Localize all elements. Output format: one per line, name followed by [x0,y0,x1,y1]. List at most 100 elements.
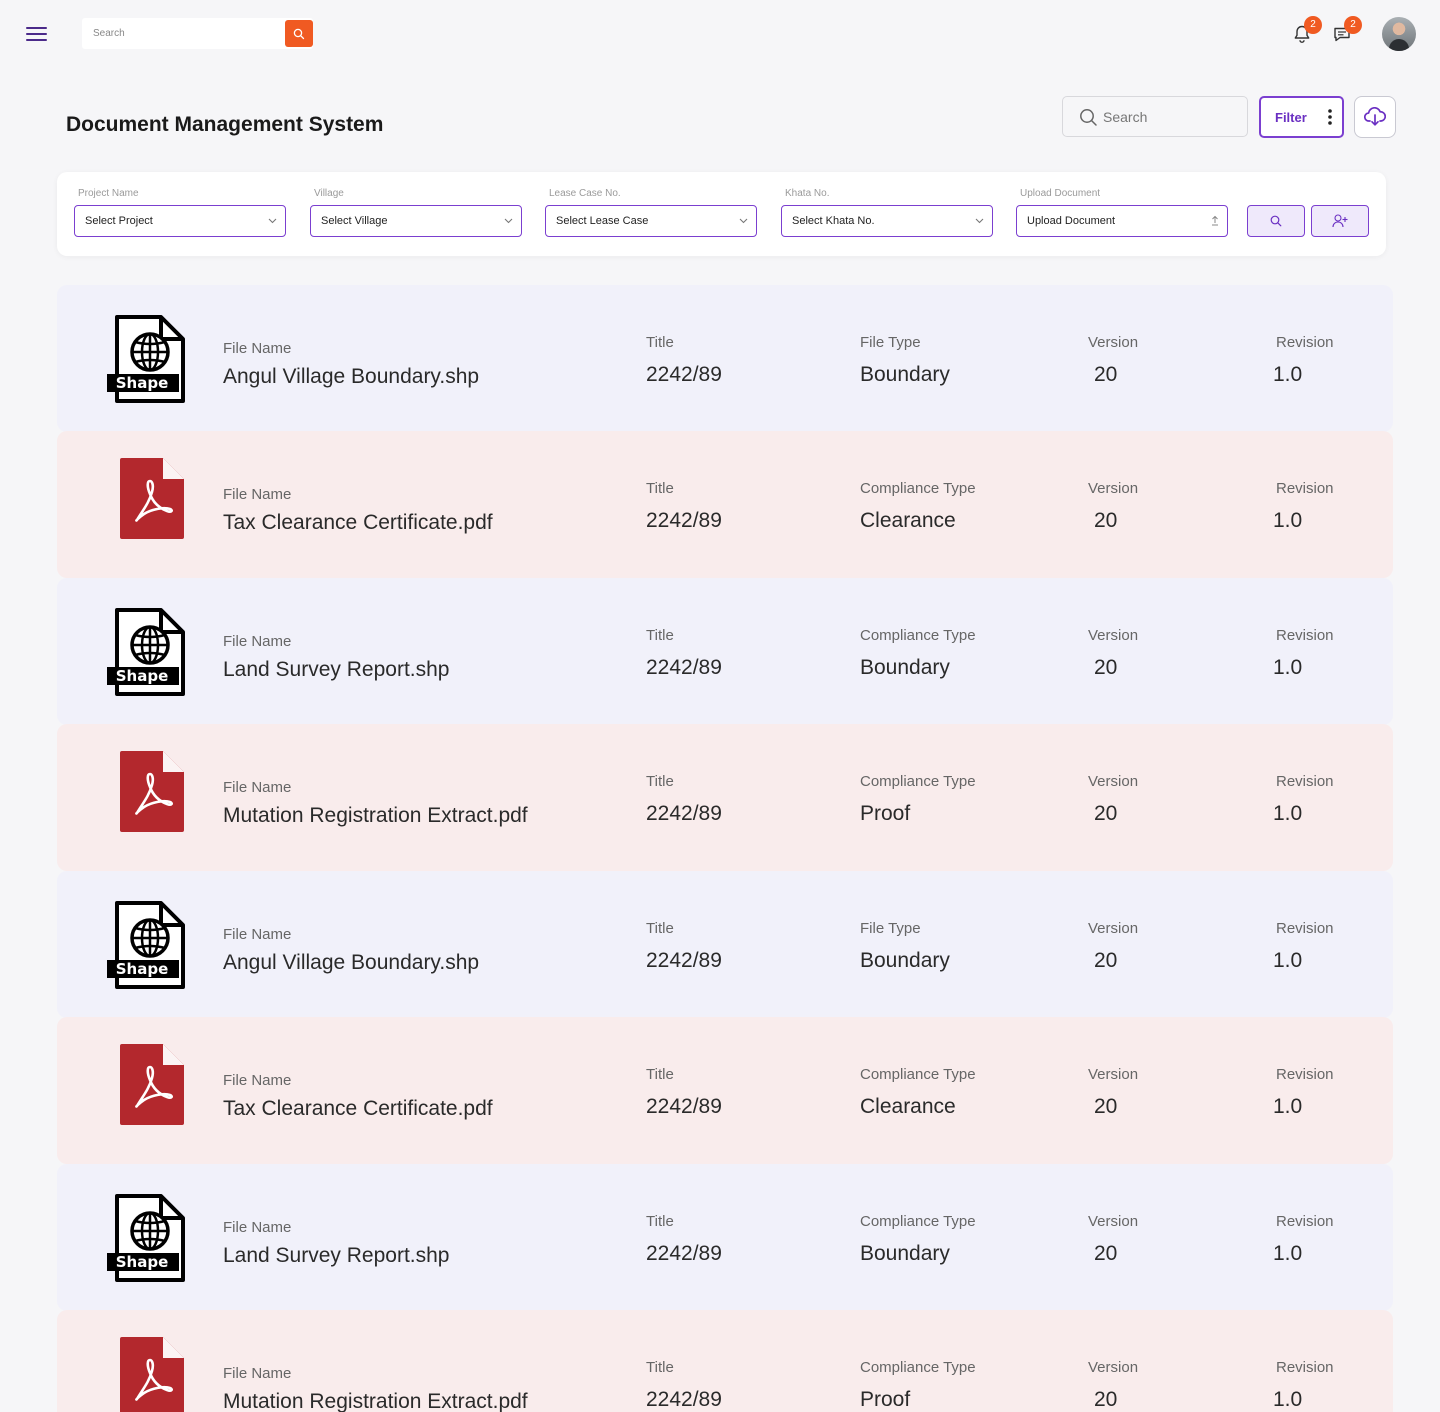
title-value: 2242/89 [646,1095,722,1118]
village-select-value: Select Village [321,215,388,227]
hamburger-menu-icon[interactable] [26,26,47,42]
file-name-value: Tax Clearance Certificate.pdf [223,511,493,534]
shape-file-icon: Shape [107,608,185,696]
title-label: Title [646,480,674,497]
revision-value: 1.0 [1273,949,1303,972]
shape-icon-label: Shape [116,374,169,392]
revision-value: 1.0 [1273,1242,1303,1265]
shape-icon-label: Shape [116,1253,169,1271]
type-value: Clearance [860,1095,956,1118]
file-name-value: Angul Village Boundary.shp [223,365,480,388]
title-label: Title [646,334,674,351]
cloud-download-button[interactable] [1354,96,1396,138]
notifications-button[interactable]: 2 [1292,16,1322,44]
project-select[interactable]: Select Project [74,205,286,237]
document-row[interactable]: File Name Tax Clearance Certificate.pdf … [57,431,1393,578]
khata-filter: Khata No. Select Khata No. [781,188,993,237]
lease-case-select-value: Select Lease Case [556,215,649,227]
revision-value: 1.0 [1273,509,1303,532]
shape-file-icon: Shape [107,901,185,989]
title-label: Title [646,920,674,937]
document-row[interactable]: Shape File Name Angul Village Boundary.s… [57,871,1393,1018]
pdf-file-icon [120,458,184,539]
user-avatar[interactable] [1382,17,1416,51]
village-filter: Village Select Village [310,188,522,237]
top-search-button[interactable] [285,20,313,47]
village-select[interactable]: Select Village [310,205,522,237]
type-value: Proof [860,1388,911,1411]
type-label: Compliance Type [860,773,976,790]
upload-document-input[interactable]: Upload Document [1016,205,1228,237]
revision-label: Revision [1276,627,1334,644]
version-label: Version [1088,627,1139,644]
document-row[interactable]: File Name Mutation Registration Extract.… [57,1310,1393,1412]
file-name-label: File Name [223,1219,292,1236]
pdf-file-icon [120,1337,184,1412]
header-search-input[interactable] [1103,97,1243,136]
version-label: Version [1088,480,1139,497]
search-icon [293,28,305,39]
lease-case-filter-label: Lease Case No. [549,188,621,199]
type-label: File Type [860,920,921,937]
type-value: Boundary [860,1242,950,1265]
version-value: 20 [1094,1388,1118,1411]
file-name-label: File Name [223,1365,292,1382]
type-value: Proof [860,802,911,825]
document-row[interactable]: Shape File Name Land Survey Report.shp T… [57,578,1393,725]
add-user-button[interactable] [1311,205,1369,237]
search-icon [1080,109,1097,126]
apply-search-button[interactable] [1247,205,1305,237]
title-label: Title [646,627,674,644]
version-value: 20 [1094,949,1118,972]
title-value: 2242/89 [646,1242,722,1265]
document-row[interactable]: Shape File Name Angul Village Boundary.s… [57,285,1393,432]
project-filter-label: Project Name [78,188,139,199]
notification-count-badge: 2 [1304,16,1322,34]
type-value: Clearance [860,509,956,532]
revision-value: 1.0 [1273,363,1303,386]
top-bar: 2 2 [0,0,1440,68]
chevron-down-icon [268,218,277,224]
type-label: File Type [860,334,921,351]
file-name-label: File Name [223,1072,292,1089]
revision-value: 1.0 [1273,656,1303,679]
upload-document-label: Upload Document [1020,188,1101,199]
file-name-label: File Name [223,779,292,796]
revision-label: Revision [1276,480,1334,497]
top-search-input[interactable] [82,18,284,49]
revision-value: 1.0 [1273,1095,1303,1118]
revision-label: Revision [1276,920,1334,937]
type-label: Compliance Type [860,1359,976,1376]
type-label: Compliance Type [860,627,976,644]
filter-label: Filter [1275,110,1307,125]
version-label: Version [1088,773,1139,790]
title-label: Title [646,773,674,790]
type-label: Compliance Type [860,1213,976,1230]
messages-button[interactable]: 2 [1332,16,1362,44]
cloud-download-icon [1364,107,1386,126]
filter-button[interactable]: Filter [1259,96,1344,138]
khata-select[interactable]: Select Khata No. [781,205,993,237]
chevron-down-icon [504,218,513,224]
file-name-value: Angul Village Boundary.shp [223,951,480,974]
lease-case-filter: Lease Case No. Select Lease Case [545,188,757,237]
document-row[interactable]: Shape File Name Land Survey Report.shp T… [57,1164,1393,1311]
revision-label: Revision [1276,334,1334,351]
shape-icon-label: Shape [116,960,169,978]
document-row[interactable]: File Name Mutation Registration Extract.… [57,724,1393,871]
version-label: Version [1088,1066,1139,1083]
lease-case-select[interactable]: Select Lease Case [545,205,757,237]
more-options-icon [1328,109,1332,125]
title-value: 2242/89 [646,363,722,386]
top-search-box [82,18,313,49]
title-value: 2242/89 [646,509,722,532]
title-label: Title [646,1066,674,1083]
shape-icon-label: Shape [116,667,169,685]
shape-file-icon: Shape [107,1194,185,1282]
document-row[interactable]: File Name Tax Clearance Certificate.pdf … [57,1017,1393,1164]
khata-filter-label: Khata No. [785,188,830,199]
version-label: Version [1088,334,1139,351]
revision-label: Revision [1276,1213,1334,1230]
file-name-value: Land Survey Report.shp [223,658,450,681]
version-value: 20 [1094,656,1118,679]
